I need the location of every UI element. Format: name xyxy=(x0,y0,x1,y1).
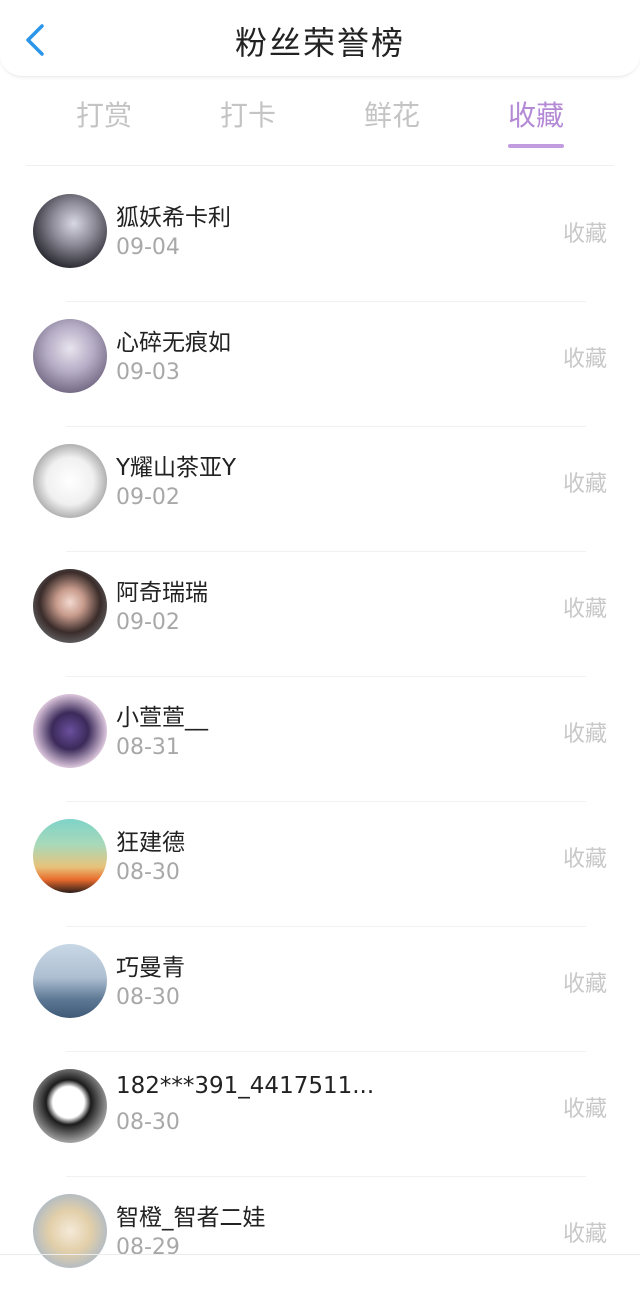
action-label: 收藏 xyxy=(562,472,607,497)
list-item[interactable]: 182***391_4417511... 08-30 收藏 xyxy=(0,1051,640,1176)
row-divider xyxy=(66,551,586,552)
action-label: 收藏 xyxy=(562,1097,607,1122)
user-name: 小萱萱__ xyxy=(116,705,208,731)
row-divider xyxy=(66,676,586,677)
list-item[interactable]: 小萱萱__ 08-31 收藏 xyxy=(0,676,640,801)
user-name: 阿奇瑞瑞 xyxy=(116,580,208,606)
list-item[interactable]: 巧曼青 08-30 收藏 xyxy=(0,926,640,1051)
user-date: 09-02 xyxy=(116,610,180,635)
active-tab-indicator xyxy=(508,144,564,148)
user-date: 09-03 xyxy=(116,360,180,385)
list-item[interactable]: 狐妖希卡利 09-04 收藏 xyxy=(0,176,640,301)
tab-favorite-label: 收藏 xyxy=(507,99,564,132)
avatar xyxy=(33,1069,107,1143)
action-label: 收藏 xyxy=(562,347,607,372)
user-name: 心碎无痕如 xyxy=(116,330,231,356)
row-divider xyxy=(66,801,586,802)
tab-bar: 打赏 打卡 鲜花 收藏 xyxy=(0,88,640,158)
fan-list: 狐妖希卡利 09-04 收藏 心碎无痕如 09-03 收藏 Y耀山茶亚Y 09-… xyxy=(0,176,640,1301)
user-name: 狂建德 xyxy=(116,830,185,856)
user-name: 182***391_4417511... xyxy=(116,1073,375,1099)
action-label: 收藏 xyxy=(562,722,607,747)
action-label: 收藏 xyxy=(562,847,607,872)
avatar xyxy=(33,1194,107,1268)
list-item[interactable]: Y耀山茶亚Y 09-02 收藏 xyxy=(0,426,640,551)
user-date: 08-30 xyxy=(116,985,180,1010)
header-bar: 粉丝荣誉榜 xyxy=(0,0,640,77)
user-date: 08-29 xyxy=(116,1235,180,1260)
tab-reward[interactable]: 打赏 xyxy=(59,94,149,134)
user-date: 09-04 xyxy=(116,235,180,260)
tab-favorite[interactable]: 收藏 xyxy=(491,94,581,148)
action-label: 收藏 xyxy=(562,972,607,997)
row-divider xyxy=(66,1051,586,1052)
avatar xyxy=(33,569,107,643)
user-date: 08-30 xyxy=(116,860,180,885)
action-label: 收藏 xyxy=(562,597,607,622)
page-title: 粉丝荣誉榜 xyxy=(234,24,405,62)
row-divider xyxy=(66,1176,586,1177)
user-name: 狐妖希卡利 xyxy=(116,205,231,231)
list-item[interactable]: 阿奇瑞瑞 09-02 收藏 xyxy=(0,551,640,676)
user-name: 智橙_智者二娃 xyxy=(116,1205,266,1231)
user-date: 08-31 xyxy=(116,735,180,760)
action-label: 收藏 xyxy=(562,1222,607,1247)
avatar xyxy=(33,444,107,518)
bottom-divider xyxy=(0,1254,640,1255)
divider xyxy=(26,165,614,166)
row-divider xyxy=(66,301,586,302)
row-divider xyxy=(66,426,586,427)
user-name: 巧曼青 xyxy=(116,955,185,981)
avatar xyxy=(33,694,107,768)
action-label: 收藏 xyxy=(562,222,607,247)
list-item[interactable]: 智橙_智者二娃 08-29 收藏 xyxy=(0,1176,640,1301)
user-date: 08-30 xyxy=(116,1110,180,1135)
tab-checkin[interactable]: 打卡 xyxy=(203,94,293,134)
user-name: Y耀山茶亚Y xyxy=(116,455,237,481)
avatar xyxy=(33,944,107,1018)
tab-flower[interactable]: 鲜花 xyxy=(347,94,437,134)
avatar xyxy=(33,194,107,268)
row-divider xyxy=(66,926,586,927)
list-item[interactable]: 狂建德 08-30 收藏 xyxy=(0,801,640,926)
avatar xyxy=(33,319,107,393)
avatar xyxy=(33,819,107,893)
list-item[interactable]: 心碎无痕如 09-03 收藏 xyxy=(0,301,640,426)
user-date: 09-02 xyxy=(116,485,180,510)
